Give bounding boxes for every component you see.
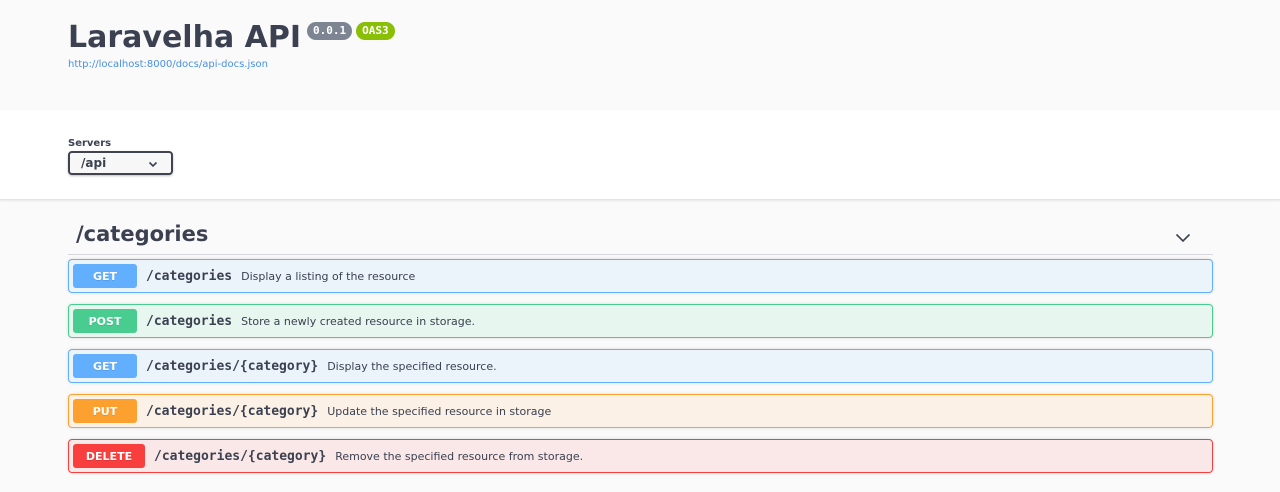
method-badge: POST: [73, 309, 137, 333]
servers-label: Servers: [68, 138, 112, 149]
chevron-down-icon: [148, 158, 158, 172]
servers-select[interactable]: /api: [68, 151, 173, 175]
operation-post-categories[interactable]: POST /categories Store a newly created r…: [68, 304, 1213, 338]
operation-path: /categories: [146, 313, 233, 329]
servers-selected-value: /api: [81, 156, 107, 170]
operation-path: /categories/{category}: [154, 448, 327, 464]
operation-path: /categories/{category}: [146, 403, 319, 419]
servers-container: Servers /api: [0, 110, 1280, 200]
method-badge: GET: [73, 354, 137, 378]
operation-path: /categories/{category}: [146, 358, 319, 374]
api-info-header: Laravelha API 0.0.1 OAS3 http://localhos…: [0, 0, 1280, 110]
chevron-down-icon[interactable]: [1175, 228, 1191, 247]
tag-header-categories[interactable]: /categories: [68, 200, 1213, 255]
operation-summary: Store a newly created resource in storag…: [241, 314, 475, 328]
spec-url-link[interactable]: http://localhost:8000/docs/api-docs.json: [68, 59, 268, 70]
operation-summary: Remove the specified resource from stora…: [335, 449, 584, 463]
operation-summary: Update the specified resource in storage: [327, 404, 552, 418]
operation-put-category[interactable]: PUT /categories/{category} Update the sp…: [68, 394, 1213, 428]
method-badge: GET: [73, 264, 137, 288]
version-badge: 0.0.1: [307, 22, 353, 40]
categories-section: /categories GET /categories Display a li…: [68, 200, 1213, 473]
operation-delete-category[interactable]: DELETE /categories/{category} Remove the…: [68, 439, 1213, 473]
method-badge: PUT: [73, 399, 137, 423]
title-row: Laravelha API 0.0.1 OAS3: [68, 20, 395, 56]
operation-get-categories[interactable]: GET /categories Display a listing of the…: [68, 259, 1213, 293]
operation-summary: Display the specified resource.: [327, 359, 497, 373]
operation-summary: Display a listing of the resource: [241, 269, 416, 283]
tag-title: /categories: [76, 222, 209, 246]
method-badge: DELETE: [73, 444, 145, 468]
api-title: Laravelha API: [68, 20, 301, 55]
oas-badge: OAS3: [356, 22, 395, 40]
operation-path: /categories: [146, 268, 233, 284]
operation-get-category[interactable]: GET /categories/{category} Display the s…: [68, 349, 1213, 383]
